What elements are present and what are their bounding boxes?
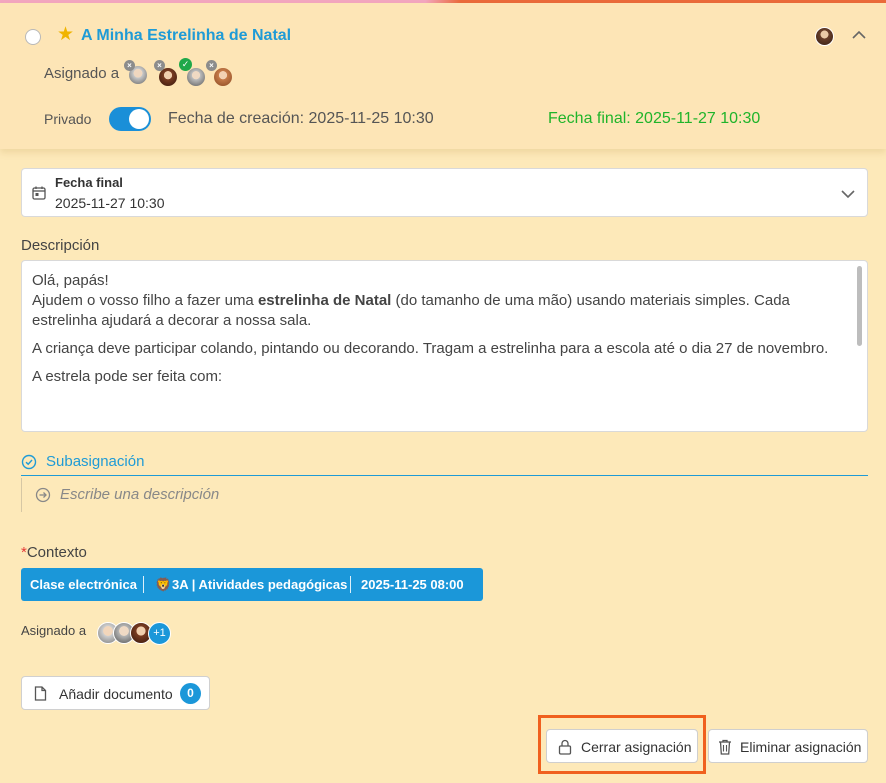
check-circle-icon	[21, 454, 37, 470]
delete-assignment-label: Eliminar asignación	[740, 739, 862, 755]
description-text[interactable]: Olá, papás! Ajudem o vosso filho a fazer…	[32, 271, 842, 395]
final-date-summary: Fecha final: 2025-11-27 10:30	[548, 110, 761, 127]
check-badge-icon: ✓	[179, 58, 192, 71]
private-toggle[interactable]	[109, 107, 151, 131]
remove-badge-icon[interactable]: ×	[206, 60, 217, 71]
private-label: Privado	[44, 111, 92, 127]
assignee-avatar[interactable]	[213, 67, 233, 87]
owner-avatar[interactable]	[815, 27, 834, 46]
star-icon[interactable]: ★	[57, 25, 74, 44]
description-bold: estrelinha de Natal	[257, 292, 392, 309]
description-label: Descripción	[21, 237, 100, 254]
arrow-circle-icon	[35, 487, 51, 503]
context-course: Clase electrónica	[30, 577, 137, 592]
due-date-field[interactable]: Fecha final 2025-11-27 10:30	[21, 168, 868, 217]
context-label-text: Contexto	[26, 544, 87, 561]
subassignment-input[interactable]: Escribe una descripción	[60, 486, 219, 503]
calendar-icon	[32, 186, 46, 200]
assigned-label: Asignado a	[44, 65, 120, 82]
add-document-label: Añadir documento	[59, 686, 173, 702]
chevron-down-icon[interactable]	[841, 189, 855, 199]
lion-icon: 🦁	[155, 577, 172, 592]
description-paragraph: A criança deve participar colando, pinta…	[32, 340, 829, 357]
due-date-value: 2025-11-27 10:30	[55, 195, 165, 211]
description-line: Olá, papás!	[32, 272, 109, 289]
context-date: 2025-11-25 08:00	[361, 577, 464, 592]
add-document-button[interactable]: Añadir documento 0	[21, 676, 210, 710]
assignee-avatar[interactable]	[186, 67, 206, 87]
assignment-header: ★ A Minha Estrelinha de Natal Asignado a…	[0, 3, 886, 149]
trash-icon	[719, 739, 731, 755]
assigned-to-label: Asignado a	[21, 623, 87, 638]
chevron-up-icon[interactable]	[851, 29, 867, 41]
context-chip[interactable]: Clase electrónica 🦁 3A | Atividades peda…	[21, 568, 483, 601]
description-paragraph: A estrela pode ser feita com:	[32, 368, 223, 385]
document-icon	[34, 686, 47, 701]
close-assignment-button[interactable]: Cerrar asignación	[546, 729, 698, 763]
subassignment-connector	[21, 478, 22, 512]
subassignment-title[interactable]: Subasignación	[46, 453, 144, 470]
context-label: *Contexto	[21, 544, 87, 561]
more-assignees-badge[interactable]: +1	[148, 622, 171, 645]
document-count-badge: 0	[180, 683, 201, 704]
due-date-label: Fecha final	[55, 175, 123, 190]
chip-separator	[350, 576, 351, 593]
description-scrollbar[interactable]	[857, 266, 862, 346]
context-class: 3A | Atividades pedagógicas	[172, 577, 348, 592]
creation-date: Fecha de creación: 2025-11-25 10:30	[168, 110, 434, 127]
chip-separator	[143, 576, 144, 593]
lock-icon	[558, 739, 572, 755]
close-assignment-label: Cerrar asignación	[581, 739, 692, 755]
description-editor[interactable]: Olá, papás! Ajudem o vosso filho a fazer…	[21, 260, 868, 432]
complete-radio[interactable]	[25, 29, 41, 45]
toggle-knob	[129, 109, 149, 129]
assignment-title[interactable]: A Minha Estrelinha de Natal	[81, 27, 291, 45]
description-line: Ajudem o vosso filho a fazer uma	[32, 292, 258, 309]
remove-badge-icon[interactable]: ×	[124, 60, 135, 71]
subassignment-divider	[21, 475, 868, 476]
delete-assignment-button[interactable]: Eliminar asignación	[708, 729, 868, 763]
remove-badge-icon[interactable]: ×	[154, 60, 165, 71]
